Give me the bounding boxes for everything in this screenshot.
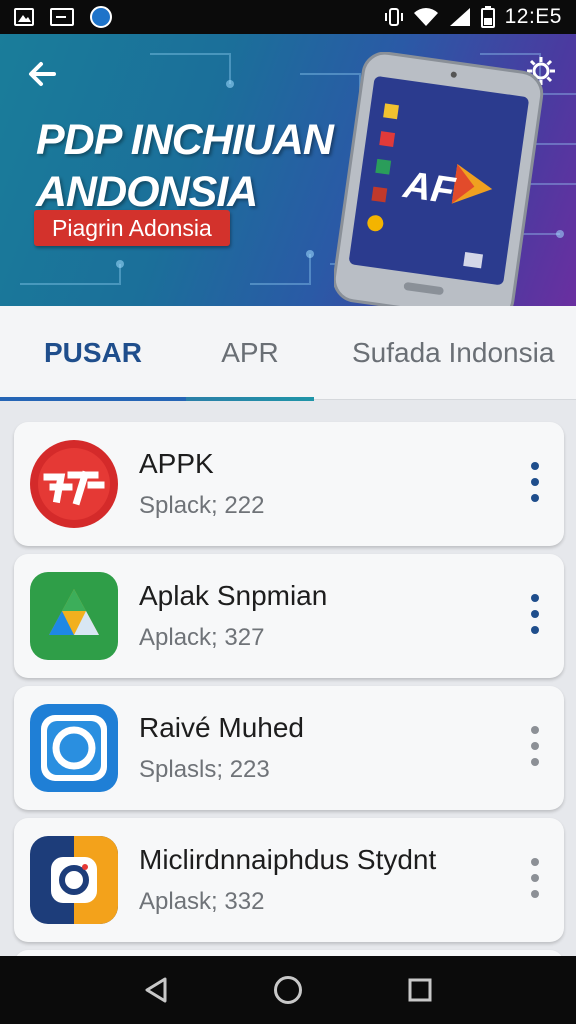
nav-back-button[interactable] xyxy=(139,973,173,1007)
nav-home-button[interactable] xyxy=(271,973,305,1007)
app-badge-icon xyxy=(90,6,112,28)
home-circle-icon xyxy=(274,976,302,1004)
banner-title: PDP INCHIUAN ANDONSIA xyxy=(36,114,346,218)
list-item[interactable]: Raivé Muhed Splasls; 223 xyxy=(14,686,564,810)
app-name: Miclirdnnaiphdus Stydnt xyxy=(139,844,437,875)
tab-label: Sufada Indonsia xyxy=(352,337,555,368)
more-options-button[interactable] xyxy=(528,462,542,502)
hero-banner: PDP INCHIUAN ANDONSIA Piagrin Adonsia AF xyxy=(0,34,576,306)
tab-indicator xyxy=(186,397,314,401)
app-detail: Aplask; 332 xyxy=(139,888,265,915)
more-options-button[interactable] xyxy=(528,594,542,634)
app-detail: Splack; 222 xyxy=(139,492,265,519)
active-tab-indicator xyxy=(0,397,186,401)
split-color-camera-icon xyxy=(30,836,118,924)
vibrate-icon xyxy=(384,8,403,26)
message-icon xyxy=(50,8,74,26)
list-item[interactable]: Miclirdnnaiphdus Stydnt Aplask; 332 xyxy=(14,818,564,942)
banner-title-line1: PDP INCHIUAN xyxy=(36,116,334,164)
app-list: APPK Splack; 222 Aplak Snpmian Aplack; 3… xyxy=(14,422,564,998)
tab-pusar[interactable]: PUSAR xyxy=(0,306,186,401)
tab-bar: PUSAR APR Sufada Indonsia xyxy=(0,306,576,401)
back-button[interactable] xyxy=(24,56,60,92)
system-nav-bar xyxy=(0,956,576,1024)
banner-subtitle-badge[interactable]: Piagrin Adonsia xyxy=(34,210,230,246)
tab-apr[interactable]: APR xyxy=(186,306,314,401)
app-name: Raivé Muhed xyxy=(139,712,304,743)
battery-icon xyxy=(480,6,495,28)
app-name: Aplak Snpmian xyxy=(139,580,328,611)
more-options-button[interactable] xyxy=(528,726,542,766)
wifi-icon xyxy=(413,8,438,26)
list-item[interactable]: APPK Splack; 222 xyxy=(14,422,564,546)
nav-recents-button[interactable] xyxy=(403,973,437,1007)
status-bar: 12:E5 xyxy=(0,0,576,34)
back-triangle-icon xyxy=(145,977,167,1003)
signal-icon xyxy=(449,8,470,26)
app-name: APPK xyxy=(139,448,214,479)
tab-sufada-indonsia[interactable]: Sufada Indonsia xyxy=(314,306,576,400)
image-icon xyxy=(14,8,34,26)
red-circle-logo-icon xyxy=(30,440,118,528)
more-options-button[interactable] xyxy=(528,858,542,898)
triangle-drive-icon xyxy=(30,572,118,660)
phone-logo-text: AF xyxy=(400,164,459,213)
list-item[interactable]: Aplak Snpmian Aplack; 327 xyxy=(14,554,564,678)
clock: 12:E5 xyxy=(504,5,562,28)
app-detail: Aplack; 327 xyxy=(139,624,265,651)
arrow-left-icon xyxy=(29,62,56,86)
tab-label: PUSAR xyxy=(43,337,142,368)
phone-illustration: AF xyxy=(334,52,544,306)
blue-camera-icon xyxy=(30,704,118,792)
tab-label: APR xyxy=(221,337,279,368)
app-detail: Splasls; 223 xyxy=(139,756,270,783)
recents-square-icon xyxy=(408,978,432,1002)
